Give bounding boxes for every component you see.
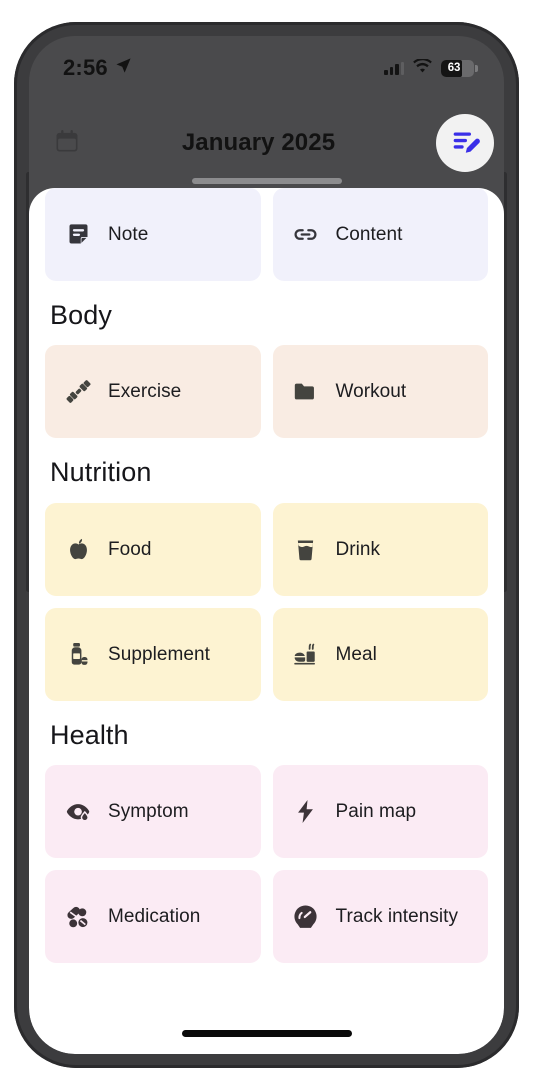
tile-label: Workout — [335, 381, 407, 403]
section-title-health: Health — [50, 719, 129, 750]
tile-meal[interactable]: Meal — [272, 607, 488, 701]
tile-content[interactable]: Content — [272, 188, 488, 281]
tile-supplement[interactable]: Supplement — [45, 607, 261, 701]
tile-label: Food — [108, 538, 152, 560]
tile-medication[interactable]: Medication — [45, 870, 261, 964]
gauge-icon — [291, 902, 321, 932]
tile-label: Content — [335, 223, 403, 245]
section-title-nutrition: Nutrition — [50, 457, 152, 488]
tile-label: Drink — [335, 538, 381, 560]
edit-entry-fab[interactable] — [436, 114, 494, 172]
tile-label: Meal — [335, 643, 377, 665]
dumbbell-icon — [63, 377, 93, 407]
tile-drink[interactable]: Drink — [272, 502, 488, 596]
tile-label: Exercise — [108, 381, 182, 403]
sheet-grabber[interactable] — [191, 178, 342, 184]
tile-track-intensity[interactable]: Track intensity — [272, 870, 488, 964]
battery-percent: 63 — [447, 62, 461, 74]
tile-label: Pain map — [335, 800, 417, 822]
tile-food[interactable]: Food — [45, 502, 261, 596]
sheet-content: Note Content Body Exercise Workout Nutri… — [29, 188, 504, 964]
calendar-icon — [53, 127, 81, 160]
screenshot-root: 2:56 63 January 2025 Note Content Body E… — [0, 0, 533, 1081]
section-nutrition-grid: Food Drink Supplement Meal — [45, 502, 488, 701]
section-top-grid: Note Content — [45, 188, 488, 281]
tile-label: Note — [108, 223, 149, 245]
tile-symptom[interactable]: Symptom — [45, 765, 261, 859]
battery-cap — [475, 64, 478, 72]
wifi-icon — [413, 57, 432, 78]
tile-exercise[interactable]: Exercise — [45, 345, 261, 439]
eye-drop-icon — [63, 797, 93, 827]
action-sheet: Note Content Body Exercise Workout Nutri… — [29, 188, 504, 1054]
status-time: 2:56 — [63, 55, 108, 80]
tile-label: Track intensity — [335, 905, 459, 927]
page-title: January 2025 — [181, 129, 336, 156]
note-icon — [63, 220, 93, 250]
tile-pain-map[interactable]: Pain map — [272, 765, 488, 859]
phone-screen: 2:56 63 January 2025 Note Content Body E… — [29, 36, 504, 1054]
bolt-icon — [291, 797, 321, 827]
location-arrow-icon — [115, 57, 132, 79]
nav-header: January 2025 — [29, 112, 504, 174]
section-title-body: Body — [50, 300, 112, 330]
cellular-bars-icon — [384, 61, 404, 75]
tile-note[interactable]: Note — [45, 188, 261, 281]
tile-workout[interactable]: Workout — [272, 345, 488, 439]
folder-icon — [291, 377, 321, 407]
section-body-grid: Exercise Workout — [45, 345, 488, 439]
tile-label: Medication — [108, 905, 201, 927]
status-bar: 2:56 63 — [29, 36, 504, 90]
status-bar-left: 2:56 — [63, 55, 132, 81]
meal-bowl-icon — [291, 639, 321, 669]
section-health-grid: Symptom Pain map Medication Track intens… — [45, 765, 488, 964]
link-icon — [291, 220, 321, 250]
pills-icon — [63, 902, 93, 932]
tile-label: Supplement — [108, 643, 210, 665]
home-indicator[interactable] — [181, 1030, 352, 1037]
apple-icon — [63, 534, 93, 564]
status-bar-right: 63 — [384, 57, 478, 78]
battery-icon: 63 — [441, 59, 478, 77]
supplement-bottle-icon — [63, 639, 93, 669]
edit-list-icon — [449, 125, 481, 162]
tile-label: Symptom — [108, 800, 189, 822]
glass-icon — [291, 534, 321, 564]
